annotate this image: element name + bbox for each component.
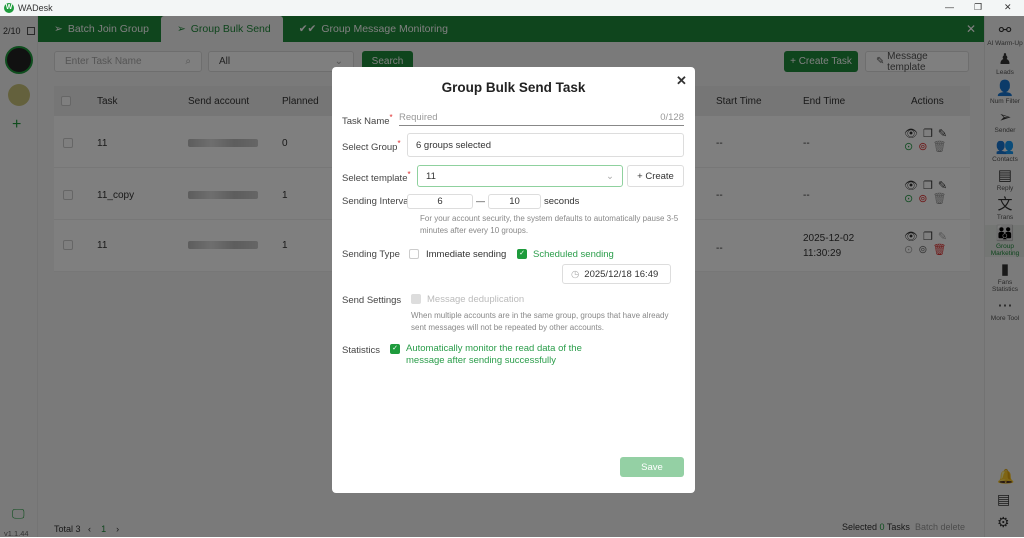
select-template-label: Select template*: [342, 170, 411, 185]
interval-min-input[interactable]: 6: [407, 194, 473, 209]
maximize-button[interactable]: ❐: [974, 2, 982, 13]
scheduled-sending-checkbox[interactable]: ✓: [517, 249, 527, 259]
message-deduplication-label: Message deduplication: [427, 294, 525, 305]
clock-icon: ◷: [571, 268, 580, 280]
task-name-input[interactable]: Required 0/128: [399, 112, 684, 126]
interval-unit: seconds: [544, 196, 580, 207]
scheduled-sending-label: Scheduled sending: [533, 249, 614, 260]
select-group-input[interactable]: 6 groups selected: [407, 133, 684, 157]
app-title: WADesk: [18, 3, 53, 13]
char-count: 0/128: [660, 112, 684, 123]
minimize-button[interactable]: —: [945, 2, 954, 12]
save-button[interactable]: Save: [620, 457, 684, 477]
create-template-button[interactable]: + Create: [627, 165, 684, 187]
message-deduplication-checkbox[interactable]: [411, 294, 421, 304]
statistics-checkbox[interactable]: ✓: [390, 344, 400, 354]
close-window-button[interactable]: ✕: [1004, 2, 1012, 13]
schedule-datetime-picker[interactable]: ◷ 2025/12/18 16:49: [562, 264, 671, 284]
immediate-sending-label: Immediate sending: [426, 249, 507, 260]
deduplication-hint: When multiple accounts are in the same g…: [411, 311, 669, 332]
title-bar: W WADesk — ❐ ✕: [0, 0, 1024, 16]
template-select[interactable]: 11 ⌄: [417, 165, 623, 187]
close-dialog-button[interactable]: ✕: [676, 73, 687, 89]
app-logo-icon: W: [4, 3, 14, 13]
interval-separator: —: [476, 196, 485, 206]
sending-type-label: Sending Type: [342, 249, 400, 260]
chevron-down-icon: ⌄: [606, 170, 614, 182]
interval-max-input[interactable]: 10: [488, 194, 541, 209]
dialog-title: Group Bulk Send Task: [441, 80, 586, 95]
statistics-option-label: Automatically monitor the read data of t…: [406, 343, 582, 366]
statistics-label: Statistics: [342, 345, 381, 356]
interval-hint: For your account security, the system de…: [420, 214, 679, 235]
group-bulk-send-task-dialog: Group Bulk Send Task ✕ Task Name* Requir…: [332, 67, 695, 493]
sending-interval-label: Sending Interval: [342, 196, 411, 207]
immediate-sending-checkbox[interactable]: [409, 249, 419, 259]
send-settings-label: Send Settings: [342, 295, 402, 306]
task-name-label: Task Name*: [342, 113, 393, 128]
select-group-label: Select Group*: [342, 139, 401, 154]
